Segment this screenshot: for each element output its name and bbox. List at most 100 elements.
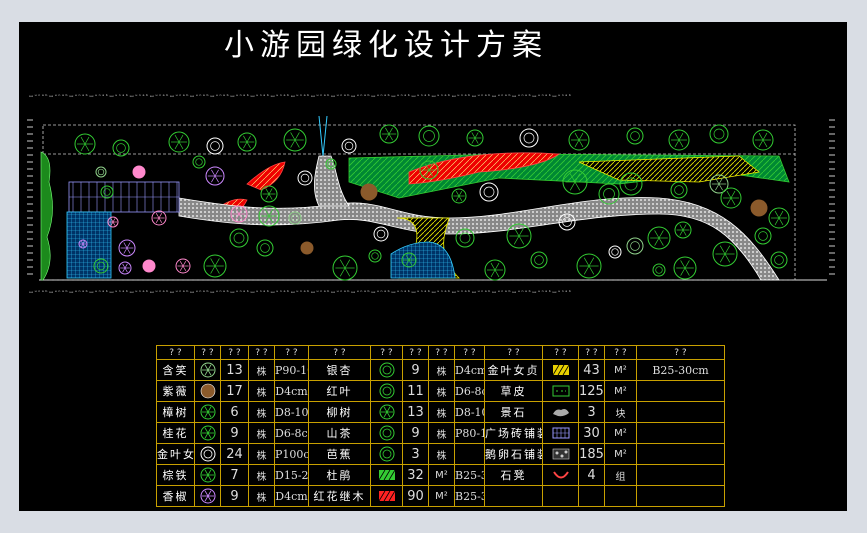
tree-branch: [678, 139, 684, 148]
tree-branch: [658, 237, 664, 246]
legend-row: 棕铁 7株D15-20cm杜鹃 32M²B25-30cm石凳 4组: [156, 464, 726, 486]
legend-spec: [635, 443, 726, 465]
tree-symbol: [530, 251, 548, 269]
tree-branch: [724, 253, 731, 263]
legend-unit: M²: [604, 380, 637, 402]
tree-symbol: [297, 170, 313, 186]
pool: [390, 241, 456, 279]
tree-branch: [578, 139, 584, 148]
legend-symbol-cell: [370, 380, 403, 402]
legend-spec: P100cm: [274, 443, 309, 465]
legend-plant-name: 芭蕉: [308, 443, 371, 465]
legend-plant-name: 棕铁: [156, 464, 195, 486]
tree-branch: [290, 139, 296, 148]
tree-branch: [458, 195, 463, 201]
tree-branch: [674, 132, 680, 141]
legend-header-cell: ? ?: [604, 345, 637, 360]
legend-symbol-grass-icon: [552, 385, 569, 397]
legend-spec: P90-100cm: [274, 359, 309, 381]
tree-symbol: [142, 259, 156, 273]
legend-quantity: 7: [220, 464, 249, 486]
legend-quantity: 43: [578, 359, 605, 381]
tree-symbol: [360, 183, 378, 201]
tree-branch: [246, 141, 251, 149]
legend-unit: 株: [428, 359, 455, 381]
legend-plant-name: 紫薇: [156, 380, 195, 402]
legend-quantity: 9: [220, 485, 249, 507]
tree-canopy-inner: [758, 231, 768, 241]
legend-unit: M²: [604, 422, 637, 444]
entrance-post: [318, 115, 324, 157]
legend-header-cell: ? ?: [578, 345, 605, 360]
tree-branch: [730, 190, 736, 199]
tree-branch: [762, 139, 768, 148]
legend-plant-name: 金叶女贞: [484, 359, 543, 381]
legend-quantity: [578, 485, 605, 507]
legend-plant-name: 广场砖铺装: [484, 422, 543, 444]
tree-branch: [344, 259, 351, 269]
legend-plant-name: 山茶: [308, 422, 371, 444]
tree-branch: [290, 132, 296, 141]
tree-symbol: [229, 228, 249, 248]
legend-symbol-cell: [194, 401, 221, 423]
legend-symbol-star-icon: [200, 404, 215, 420]
tree-branch: [268, 193, 273, 200]
legend-unit: 组: [604, 464, 637, 486]
tree-branch: [762, 132, 768, 141]
tree-branch: [574, 181, 581, 191]
tree-canopy-inner: [459, 232, 471, 244]
legend-symbol-cell: [194, 422, 221, 444]
legend-symbol-ring-icon: [200, 446, 215, 462]
legend-header-cell: ? ?: [542, 345, 579, 360]
tree-symbol: [300, 241, 314, 255]
tree-branch: [268, 188, 273, 195]
legend-symbol-cell: [194, 359, 221, 381]
tree-branch: [513, 235, 520, 245]
tree-branch: [458, 191, 463, 197]
legend-symbol-ring-icon: [379, 362, 394, 378]
tree-branch: [494, 269, 500, 278]
legend-unit: [604, 485, 637, 507]
legend-unit: 株: [248, 380, 275, 402]
legend-symbol-cell: [370, 443, 403, 465]
tree-canopy-inner: [371, 252, 379, 260]
tree-branch: [718, 183, 723, 191]
tree-symbol: [256, 239, 274, 257]
tree-branch: [243, 141, 248, 149]
legend-header-cell: ? ?: [402, 345, 429, 360]
tree-symbol: [341, 138, 357, 154]
legend-spec: D4cm: [274, 380, 309, 402]
tree-branch: [678, 132, 684, 141]
legend-symbol-cell: [194, 443, 221, 465]
tree-symbol: [368, 249, 382, 263]
legend-row: 桂花9株D6-8cm山茶9株P80-100cm广场砖铺装30M²: [156, 422, 726, 444]
legend-quantity: 90: [402, 485, 429, 507]
legend-unit: 株: [248, 485, 275, 507]
tree-canopy-inner: [344, 141, 354, 151]
legend-quantity: 32: [402, 464, 429, 486]
legend-spec: D6-8cm: [274, 422, 309, 444]
tree-branch: [684, 267, 690, 276]
legend-plant-name: 红叶: [308, 380, 371, 402]
tree-branch: [583, 265, 590, 275]
legend-spec: B25-30cm: [454, 485, 485, 507]
tree-branch: [339, 267, 346, 277]
tree-branch: [112, 218, 116, 223]
tree-canopy-inner: [195, 158, 203, 166]
tree-branch: [574, 139, 580, 148]
legend-symbol-rock-icon: [552, 409, 569, 417]
tree-branch: [674, 139, 680, 148]
tree-branch: [179, 261, 184, 267]
tree-branch: [715, 183, 720, 191]
tree-branch: [758, 132, 764, 141]
tree-branch: [155, 213, 160, 219]
tree-branch: [344, 267, 351, 277]
legend-unit: 株: [428, 401, 455, 423]
tree-canopy-inner: [774, 255, 784, 265]
legend-symbol-cell: [542, 443, 579, 465]
legend-quantity: 9: [220, 422, 249, 444]
legend-header-cell: ? ?: [484, 345, 543, 360]
tree-symbol: [608, 245, 622, 259]
tree-branch: [265, 188, 270, 195]
tree-branch: [518, 227, 525, 237]
